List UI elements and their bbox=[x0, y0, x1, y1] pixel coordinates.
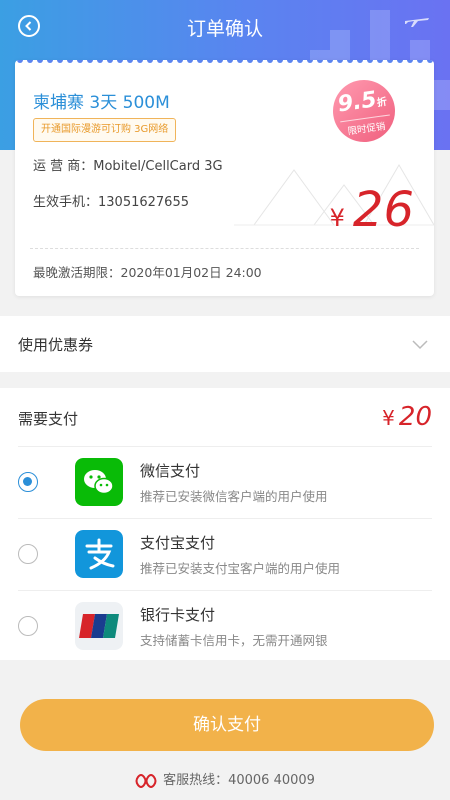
operator-value: Mobitel/CellCard 3G bbox=[93, 159, 223, 174]
badge-discount: 9.5 bbox=[336, 87, 379, 118]
row-divider bbox=[18, 446, 432, 447]
package-price: ¥26 bbox=[330, 182, 414, 238]
row-divider bbox=[18, 518, 432, 519]
coupon-row[interactable]: 使用优惠券 bbox=[0, 316, 450, 372]
airplane-icon bbox=[405, 18, 429, 27]
need-price-value: 20 bbox=[398, 402, 432, 432]
page-title: 订单确认 bbox=[186, 18, 263, 40]
price-symbol: ¥ bbox=[329, 204, 345, 232]
wechat-radio[interactable] bbox=[18, 472, 38, 492]
unionpay-icon bbox=[75, 602, 123, 650]
phone-info: 生效手机：13051627655 bbox=[33, 191, 189, 210]
divider bbox=[30, 248, 419, 249]
deadline-value: 2020年01月02日 24:00 bbox=[120, 265, 262, 280]
need-pay-amount: ¥20 bbox=[382, 402, 432, 432]
bankcard-desc: 支持储蓄卡信用卡，无需开通网银 bbox=[140, 633, 328, 648]
payment-option-alipay[interactable]: 支付宝支付 推荐已安装支付宝客户端的用户使用 bbox=[0, 518, 450, 590]
package-name: 柬埔寨 3天 500M bbox=[33, 93, 170, 113]
chevron-down-icon bbox=[412, 340, 428, 350]
operator-info: 运 营 商：Mobitel/CellCard 3G bbox=[33, 155, 223, 174]
alipay-radio[interactable] bbox=[18, 544, 38, 564]
payment-section: 需要支付 ¥20 微信支付 推荐已安装微信客户端的用户使用 支付宝支付 推荐已安… bbox=[0, 388, 450, 660]
phone-label: 生效手机： bbox=[33, 195, 99, 210]
wechat-desc: 推荐已安装微信客户端的用户使用 bbox=[140, 489, 328, 504]
customer-hotline: 客服热线：40006 40009 bbox=[0, 769, 450, 789]
roaming-tag: 开通国际漫游可订购 3G网络 bbox=[33, 118, 177, 142]
activation-deadline: 最晚激活期限：2020年01月02日 24:00 bbox=[33, 262, 262, 281]
hotline-text: 客服热线：40006 40009 bbox=[163, 773, 315, 788]
need-pay-label: 需要支付 bbox=[18, 410, 79, 428]
alipay-desc: 推荐已安装支付宝客户端的用户使用 bbox=[140, 561, 341, 576]
wechat-icon bbox=[75, 458, 123, 506]
china-unicom-logo-icon bbox=[135, 773, 157, 788]
phone-value: 13051627655 bbox=[98, 195, 189, 210]
operator-label: 运 营 商： bbox=[33, 159, 94, 174]
badge-unit: 折 bbox=[376, 96, 388, 110]
payment-option-bankcard[interactable]: 银行卡支付 支持储蓄卡信用卡，无需开通网银 bbox=[0, 590, 450, 662]
confirm-pay-button[interactable]: 确认支付 bbox=[20, 699, 434, 751]
price-value: 26 bbox=[352, 182, 414, 238]
row-divider bbox=[18, 590, 432, 591]
bankcard-radio[interactable] bbox=[18, 616, 38, 636]
alipay-title: 支付宝支付 bbox=[140, 534, 216, 552]
ticket-edge bbox=[15, 60, 434, 68]
need-price-symbol: ¥ bbox=[382, 406, 395, 430]
alipay-icon bbox=[75, 530, 123, 578]
payment-option-wechat[interactable]: 微信支付 推荐已安装微信客户端的用户使用 bbox=[0, 446, 450, 518]
bankcard-title: 银行卡支付 bbox=[140, 606, 216, 624]
wechat-title: 微信支付 bbox=[140, 462, 201, 480]
coupon-label: 使用优惠券 bbox=[18, 336, 94, 354]
deadline-label: 最晚激活期限： bbox=[33, 265, 121, 280]
